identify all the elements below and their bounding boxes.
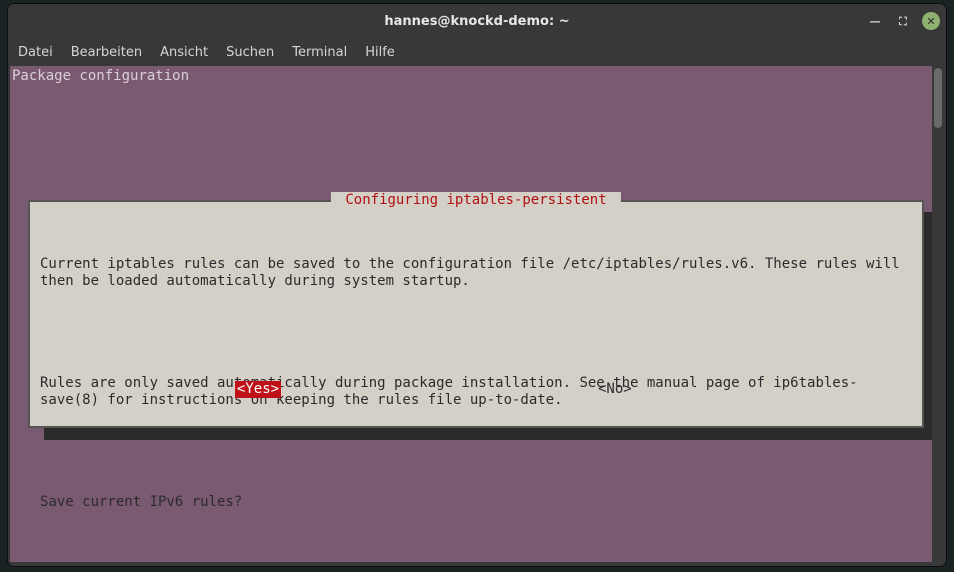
dialog-question: Save current IPv6 rules? — [40, 494, 912, 511]
menu-view[interactable]: Ansicht — [160, 45, 208, 60]
maximize-icon: ⛶ — [899, 16, 907, 27]
dialog-button-row: <Yes> <No> — [40, 381, 912, 398]
close-button[interactable]: ✕ — [922, 12, 940, 30]
blank-line-1 — [40, 324, 912, 341]
blank-line-2 — [40, 443, 912, 460]
window-titlebar[interactable]: hannes@knockd-demo: ~ — ⛶ ✕ — [8, 4, 946, 38]
menu-terminal[interactable]: Terminal — [292, 45, 347, 60]
minimize-icon: — — [870, 16, 881, 27]
terminal-scrollbar[interactable] — [932, 66, 944, 562]
minimize-button[interactable]: — — [866, 12, 884, 30]
terminal-viewport[interactable]: Package configuration Configuring iptabl… — [10, 66, 944, 562]
maximize-button[interactable]: ⛶ — [894, 12, 912, 30]
menu-help[interactable]: Hilfe — [365, 45, 395, 60]
menubar: Datei Bearbeiten Ansicht Suchen Terminal… — [8, 38, 946, 66]
window-title: hannes@knockd-demo: ~ — [384, 14, 569, 29]
menu-edit[interactable]: Bearbeiten — [71, 45, 142, 60]
scrollbar-thumb[interactable] — [934, 68, 942, 128]
yes-button[interactable]: <Yes> — [235, 381, 281, 398]
close-icon: ✕ — [926, 16, 935, 27]
dialog-title: Configuring iptables-persistent — [331, 192, 621, 209]
debconf-dialog: Configuring iptables-persistent Current … — [28, 200, 924, 428]
package-config-header: Package configuration — [10, 68, 191, 85]
terminal-window: hannes@knockd-demo: ~ — ⛶ ✕ Datei Bearbe… — [8, 4, 946, 566]
menu-search[interactable]: Suchen — [226, 45, 274, 60]
dialog-para1: Current iptables rules can be saved to t… — [40, 256, 912, 290]
window-controls: — ⛶ ✕ — [866, 4, 940, 38]
menu-file[interactable]: Datei — [18, 45, 53, 60]
no-button[interactable]: <No> — [596, 381, 634, 398]
